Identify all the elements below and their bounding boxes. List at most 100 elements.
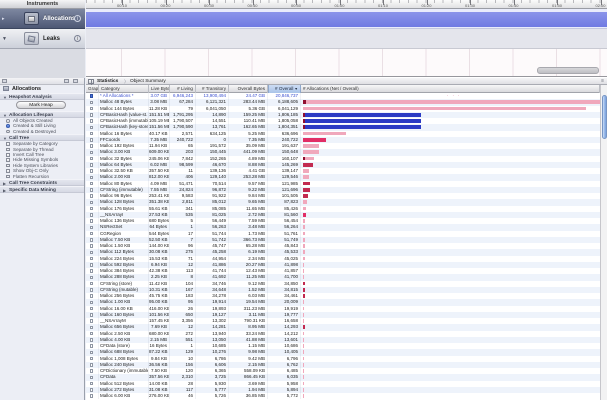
info-icon[interactable]: i (74, 15, 81, 22)
graph-checkbox[interactable] (90, 232, 93, 235)
graph-checkbox[interactable] (90, 282, 93, 285)
column-header-alloc[interactable]: # Allocations (Net / Overall) (301, 85, 600, 93)
radio-icon[interactable] (6, 119, 10, 123)
info-icon[interactable]: i (74, 35, 81, 42)
radio-icon[interactable] (6, 130, 10, 134)
allocations-track-lane[interactable] (86, 9, 607, 29)
graph-checkbox[interactable] (90, 163, 93, 166)
checkbox-icon[interactable] (6, 158, 10, 162)
list-options-icon[interactable]: ≡ (601, 79, 604, 84)
sidebar-section-header[interactable]: ▼Heapshot Analysis (0, 93, 84, 100)
track-header-allocations[interactable]: ▸ Allocations i (0, 9, 85, 29)
sidebar-section-header[interactable]: ▶Specific Data Mining (0, 186, 84, 193)
graph-checkbox[interactable] (90, 219, 93, 222)
radio-icon[interactable] (6, 124, 10, 128)
graph-checkbox[interactable] (90, 269, 93, 272)
disclosure-triangle-icon[interactable]: ▸ (2, 16, 5, 22)
table-body: * All Allocations *3.07 GB6,946,24313,90… (86, 93, 600, 400)
graph-checkbox[interactable] (90, 263, 93, 266)
checkbox-icon[interactable] (6, 153, 10, 157)
graph-checkbox[interactable] (90, 119, 93, 122)
vertical-scrollbar[interactable] (600, 85, 607, 400)
sidebar-section-header[interactable]: ▼Allocation Lifespan (0, 111, 84, 118)
allocation-bar (303, 188, 310, 192)
graph-checkbox[interactable] (90, 169, 93, 172)
graph-checkbox[interactable] (90, 388, 93, 391)
column-header-graph[interactable]: Graph (86, 85, 99, 93)
sidebar-section-header[interactable]: ▼Call Tree (0, 134, 84, 141)
graph-checkbox[interactable] (90, 369, 93, 372)
graph-checkbox[interactable] (90, 138, 93, 141)
graph-checkbox[interactable] (90, 319, 93, 322)
graph-checkbox[interactable] (90, 338, 93, 341)
column-header-living[interactable]: # Living (170, 85, 196, 93)
graph-checkbox[interactable] (90, 276, 93, 279)
graph-checkbox[interactable] (90, 244, 93, 247)
graph-checkbox[interactable] (90, 363, 93, 366)
column-header-overall[interactable]: Overall Bytes (229, 85, 268, 93)
graph-checkbox[interactable] (90, 294, 93, 297)
graph-checkbox[interactable] (90, 176, 93, 179)
track-detail-lane[interactable] (86, 49, 607, 77)
mark-heap-button[interactable]: Mark Heap (16, 101, 66, 109)
graph-checkbox[interactable] (90, 351, 93, 354)
graph-checkbox[interactable] (90, 332, 93, 335)
graph-checkbox[interactable] (90, 157, 93, 160)
track-header-leaks[interactable]: ▼ Leaks i (0, 29, 85, 49)
graph-checkbox[interactable] (90, 257, 93, 260)
timeline-graph-area: 00:1000:2000:3000:4000:5001:0001:1001:20… (86, 0, 607, 78)
graph-checkbox[interactable] (90, 207, 93, 210)
view-icon[interactable] (2, 79, 7, 83)
tab-statistics[interactable]: Statistics (97, 78, 118, 85)
graph-checkbox[interactable] (90, 301, 93, 304)
zoom-slider[interactable] (537, 67, 599, 74)
graph-checkbox[interactable] (90, 238, 93, 241)
graph-checkbox[interactable] (90, 251, 93, 254)
checkbox-icon[interactable] (6, 148, 10, 152)
column-header-live[interactable]: Live Bytes (149, 85, 170, 93)
panel-icon[interactable] (64, 79, 69, 83)
graph-checkbox[interactable] (90, 132, 93, 135)
graph-checkbox[interactable] (90, 226, 93, 229)
column-header-transitory[interactable]: # Transitory (196, 85, 229, 93)
graph-checkbox[interactable] (90, 182, 93, 185)
graph-checkbox[interactable] (90, 188, 93, 191)
checkbox-icon[interactable] (6, 175, 10, 179)
graph-checkbox[interactable] (90, 94, 93, 97)
tab-object-summary[interactable]: Object Summary (130, 78, 166, 85)
graph-checkbox[interactable] (90, 326, 93, 329)
table-row[interactable]: Malloc 6.00 KB276.00 KB465,72636.85 MB5,… (86, 393, 600, 399)
graph-checkbox[interactable] (90, 151, 93, 154)
column-header-count[interactable]: # Overall ▼ (268, 85, 301, 93)
graph-checkbox[interactable] (90, 357, 93, 360)
graph-checkbox[interactable] (90, 107, 93, 110)
graph-checkbox[interactable] (90, 201, 93, 204)
graph-checkbox[interactable] (90, 101, 93, 104)
graph-checkbox[interactable] (90, 213, 93, 216)
graph-checkbox[interactable] (90, 126, 93, 129)
graph-checkbox[interactable] (90, 394, 93, 397)
grid-view-icon[interactable] (88, 79, 94, 84)
scrollbar-thumb[interactable] (602, 95, 607, 139)
time-ruler[interactable]: 00:1000:2000:3000:4000:5001:0001:1001:20… (86, 0, 607, 9)
allocation-bar (303, 338, 304, 342)
graph-checkbox[interactable] (90, 376, 93, 379)
disclosure-triangle-icon[interactable]: ▼ (2, 36, 7, 42)
graph-checkbox[interactable] (90, 344, 93, 347)
graph-checkbox[interactable] (90, 144, 93, 147)
sidebar-section-header[interactable]: ▶Call Tree Constraints (0, 179, 84, 186)
checkbox-icon[interactable] (6, 164, 10, 168)
graph-checkbox[interactable] (90, 288, 93, 291)
column-header-category[interactable]: Category (99, 85, 149, 93)
leaks-track-lane[interactable] (86, 29, 607, 49)
graph-checkbox[interactable] (90, 307, 93, 310)
disclosure-triangle-icon[interactable]: ▶ (3, 188, 6, 193)
panel-icon[interactable] (73, 79, 78, 83)
graph-checkbox[interactable] (90, 113, 93, 116)
sidebar-instrument-row[interactable]: Allocations (0, 85, 84, 93)
graph-checkbox[interactable] (90, 313, 93, 316)
checkbox-icon[interactable] (6, 142, 10, 146)
graph-checkbox[interactable] (90, 194, 93, 197)
graph-checkbox[interactable] (90, 382, 93, 385)
checkbox-icon[interactable] (6, 169, 10, 173)
